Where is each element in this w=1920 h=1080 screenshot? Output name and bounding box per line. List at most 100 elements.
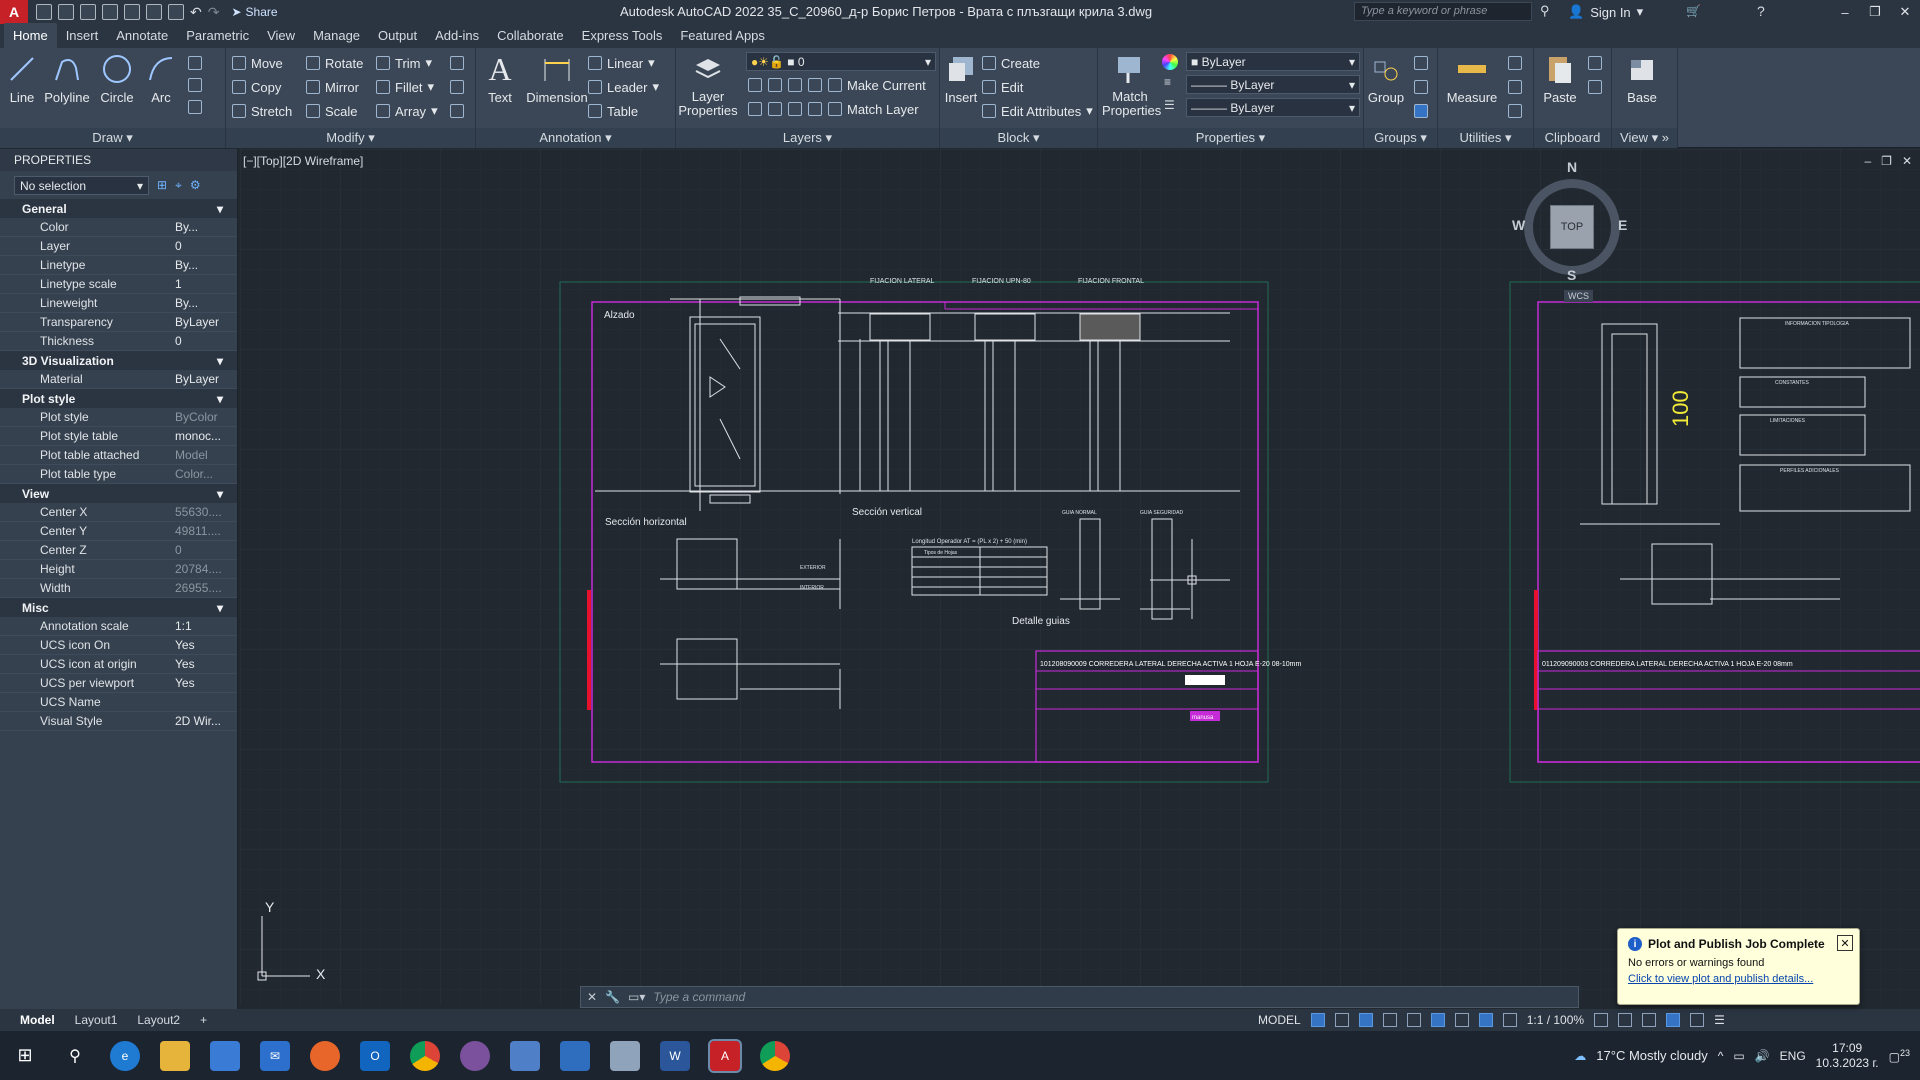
tab-parametric[interactable]: Parametric xyxy=(177,23,258,48)
workspace-gear-icon[interactable] xyxy=(1594,1013,1609,1027)
props-row[interactable]: Plot table attached to Model xyxy=(0,446,237,465)
compass-north[interactable]: N xyxy=(1567,159,1577,175)
rotate-button[interactable]: Rotate xyxy=(306,54,363,72)
props-row-value[interactable]: ByColor xyxy=(143,410,237,424)
linear-button[interactable]: Linear ▾ xyxy=(588,54,655,72)
store-icon[interactable] xyxy=(210,1040,240,1071)
sign-in-button[interactable]: 👤 Sign In ▾ xyxy=(1568,4,1643,20)
stretch-button[interactable]: Stretch xyxy=(232,102,292,120)
save-web-icon[interactable] xyxy=(146,4,162,20)
open-icon[interactable] xyxy=(58,4,74,20)
cut-icon[interactable] xyxy=(1588,56,1602,70)
props-row-value[interactable]: ByLayer xyxy=(143,315,237,329)
hardware-accel-icon[interactable] xyxy=(1666,1013,1681,1027)
minimize-icon[interactable]: – xyxy=(1830,0,1860,24)
props-row[interactable]: Thickness 0 xyxy=(0,332,237,351)
close-icon[interactable]: ✕ xyxy=(1890,0,1920,24)
viber-icon[interactable] xyxy=(460,1040,490,1071)
props-row-value[interactable]: Yes xyxy=(143,676,237,690)
tab-output[interactable]: Output xyxy=(369,23,426,48)
props-section-header[interactable]: General ▾ xyxy=(0,199,237,218)
toggle-pickadd-icon[interactable]: ⊞ xyxy=(157,178,167,192)
notification-details-link[interactable]: Click to view plot and publish details..… xyxy=(1628,973,1849,985)
scale-button[interactable]: Scale xyxy=(306,102,358,120)
explode-icon[interactable] xyxy=(450,80,464,94)
tab-add-ins[interactable]: Add-ins xyxy=(426,23,488,48)
help-icon[interactable]: ? xyxy=(1757,3,1765,19)
line-button[interactable]: Line xyxy=(2,52,42,105)
selection-combo[interactable]: No selection ▾ xyxy=(14,175,149,195)
layers-panel-title[interactable]: Layers ▾ xyxy=(676,128,939,148)
props-row[interactable]: Color By... xyxy=(0,218,237,237)
gradient-icon[interactable] xyxy=(188,100,202,114)
save-icon[interactable] xyxy=(80,4,96,20)
add-icon[interactable] xyxy=(1618,1013,1633,1027)
copy-button[interactable]: Copy xyxy=(232,78,281,96)
group-edit-icon[interactable] xyxy=(1414,80,1428,94)
props-row-value[interactable]: monoc... xyxy=(143,429,237,443)
isolate-objects-icon[interactable] xyxy=(1642,1013,1657,1027)
annotation-panel-title[interactable]: Annotation ▾ xyxy=(476,128,675,148)
viewcube-top-face[interactable]: TOP xyxy=(1550,205,1594,249)
language-label[interactable]: ENG xyxy=(1780,1049,1806,1063)
properties-palette-header[interactable]: PROPERTIES xyxy=(0,149,237,171)
calculator-icon[interactable] xyxy=(1508,104,1522,118)
props-row[interactable]: Annotation scale 1:1 xyxy=(0,617,237,636)
drawing-viewport[interactable]: Alzado FIJACION LATERAL FIJACION UPN-80 … xyxy=(240,149,1920,1005)
tab-express-tools[interactable]: Express Tools xyxy=(573,23,672,48)
props-row[interactable]: Material ByLayer xyxy=(0,370,237,389)
select-all-icon[interactable] xyxy=(1508,80,1522,94)
compass-south[interactable]: S xyxy=(1567,267,1576,283)
base-button[interactable]: Base xyxy=(1618,52,1666,105)
grid-icon[interactable] xyxy=(1310,1013,1325,1027)
tab-home[interactable]: Home xyxy=(4,23,57,48)
lineweight-icon[interactable]: ≡ xyxy=(1164,75,1171,89)
arc-button[interactable]: Arc xyxy=(140,52,182,105)
file-explorer-icon[interactable] xyxy=(160,1040,190,1071)
rectangle-icon[interactable] xyxy=(188,56,202,70)
tab-layout1[interactable]: Layout1 xyxy=(67,1011,126,1029)
customize-menu-icon[interactable]: ☰ xyxy=(1714,1013,1725,1027)
clean-screen-icon[interactable] xyxy=(1690,1013,1705,1027)
layer-properties-button[interactable]: Layer Properties xyxy=(676,52,740,118)
chrome-icon[interactable] xyxy=(410,1040,440,1071)
props-row[interactable]: Linetype scale 1 xyxy=(0,275,237,294)
view-panel-title[interactable]: View ▾ » xyxy=(1612,128,1677,148)
compass-west[interactable]: W xyxy=(1512,217,1525,233)
tab-insert[interactable]: Insert xyxy=(57,23,108,48)
props-row[interactable]: UCS icon at origin Yes xyxy=(0,655,237,674)
save-as-icon[interactable] xyxy=(102,4,118,20)
props-row-value[interactable]: Yes xyxy=(143,657,237,671)
props-row[interactable]: Height 20784.... xyxy=(0,560,237,579)
props-section-header[interactable]: View ▾ xyxy=(0,484,237,503)
command-history-icon[interactable]: ▭▾ xyxy=(628,990,645,1004)
props-row-value[interactable]: By... xyxy=(143,220,237,234)
table-button[interactable]: Table xyxy=(588,102,638,120)
restore-icon[interactable]: ❐ xyxy=(1860,0,1890,24)
insert-button[interactable]: Insert xyxy=(940,52,982,105)
erase-icon[interactable] xyxy=(450,56,464,70)
add-layout-button[interactable]: + xyxy=(192,1011,215,1029)
props-row-value[interactable]: 49811.... xyxy=(143,524,237,538)
clock[interactable]: 17:09 10.3.2023 г. xyxy=(1816,1041,1879,1071)
layer-unlock-icon[interactable] xyxy=(808,102,822,116)
props-row[interactable]: Center X 55630.... xyxy=(0,503,237,522)
tab-layout2[interactable]: Layout2 xyxy=(129,1011,188,1029)
viewport-restore-icon[interactable]: ❐ xyxy=(1881,154,1892,168)
printer-icon[interactable] xyxy=(510,1040,540,1071)
polar-icon[interactable] xyxy=(1382,1013,1397,1027)
tab-featured-apps[interactable]: Featured Apps xyxy=(671,23,774,48)
modify-panel-title[interactable]: Modify ▾ xyxy=(226,128,475,148)
group-selection-icon[interactable] xyxy=(1414,104,1428,118)
props-section-header[interactable]: Misc ▾ xyxy=(0,598,237,617)
layer-freeze-icon[interactable] xyxy=(788,78,802,92)
props-section-header[interactable]: Plot style ▾ xyxy=(0,389,237,408)
select-objects-icon[interactable]: ⌖ xyxy=(175,178,182,193)
props-row-value[interactable]: Model xyxy=(143,448,237,462)
draw-panel-title[interactable]: Draw ▾ xyxy=(0,128,225,148)
layer-isolate-icon[interactable] xyxy=(768,78,782,92)
groups-panel-title[interactable]: Groups ▾ xyxy=(1364,128,1437,148)
fillet-button[interactable]: Fillet ▾ xyxy=(376,78,434,96)
cart-icon[interactable]: 🛒 xyxy=(1686,4,1701,18)
open-web-icon[interactable] xyxy=(124,4,140,20)
